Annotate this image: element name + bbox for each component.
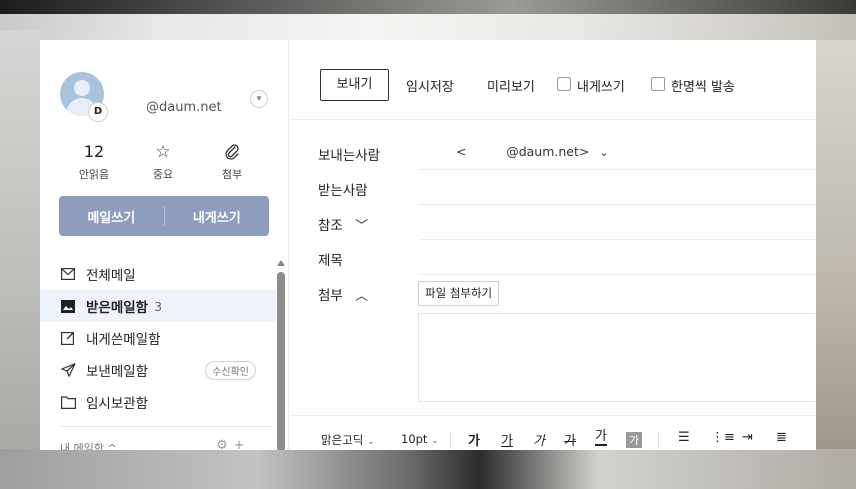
stat-attachment[interactable]: 첨부 [202,142,262,182]
chevron-down-icon: ⌄ [366,437,375,447]
subject-row: 제목 [318,240,816,275]
write-mail-button[interactable]: 메일쓰기 [59,207,164,226]
compose-toolbar: 보내기 임시저장 미리보기 내게쓰기 한명씩 발송 [290,40,816,120]
folder-list: 전체메일 받은메일함 3 내게쓴메일함 보낸메일함 수신확인 임시보관함 [40,258,276,418]
send-to-self-checkbox[interactable] [557,77,571,91]
read-receipt-button[interactable]: 수신확인 [205,360,256,380]
send-to-self-label: 내게쓰기 [577,80,625,95]
attachment-row: 첨부 ︿ 파일 첨부하기 [318,275,816,313]
avatar-badge: D [88,102,108,122]
compose-area: 보내기 임시저장 미리보기 내게쓰기 한명씩 발송 보내는사람 < @daum.… [290,40,816,450]
folder-label: 전체메일 [86,268,136,284]
write-to-self-button[interactable]: 내게쓰기 [165,207,270,226]
font-size-value: 10pt [401,432,428,446]
sender-label: 보내는사람 [318,148,381,164]
unread-label: 안읽음 [78,168,110,181]
cc-row: 참조 ﹀ [318,205,816,240]
mail-compose-window: D @daum.net ▾ 12 안읽음 ☆ 중요 첨부 메일쓰기 내게쓰기 전… [40,40,816,450]
background-bottom-band [0,449,856,489]
font-size-select[interactable]: 10pt ⌄ [401,432,439,446]
indent-icon[interactable]: ⇥ [742,430,753,445]
attachment-drop-area[interactable] [418,313,816,402]
folder-label: 받은메일함 [86,300,149,316]
folder-icon [60,394,76,410]
sender-select[interactable]: < @daum.net> ⌄ [456,144,609,159]
chevron-up-icon: ︿ [355,289,369,304]
background-color-button[interactable]: 가 [626,432,643,448]
bold-button[interactable]: 가 [468,430,480,449]
align-left-icon[interactable]: ☰ [678,430,690,445]
sender-row: 보내는사람 < @daum.net> ⌄ [318,135,816,170]
recipient-label: 받는사람 [318,183,368,199]
background-right-area [816,40,856,450]
folder-label: 보낸메일함 [86,364,149,380]
toolbar-separator [450,433,451,447]
attach-label: 첨부 [221,168,243,181]
stat-unread[interactable]: 12 안읽음 [64,142,124,182]
send-icon [60,362,76,378]
envelope-icon [60,266,76,282]
attach-file-button[interactable]: 파일 첨부하기 [418,281,500,306]
stat-important[interactable]: ☆ 중요 [133,142,193,182]
scroll-up-arrow-icon[interactable] [277,260,285,266]
folder-label: 내게쓴메일함 [86,332,161,348]
cc-label: 참조 [318,218,343,234]
toolbar-separator [658,433,659,447]
compose-button-group: 메일쓰기 내게쓰기 [59,196,269,236]
save-draft-button[interactable]: 임시저장 [406,76,454,95]
avatar-head [74,80,90,96]
background-left-area [0,30,40,450]
chevron-down-icon: ﹀ [355,219,369,234]
important-label: 중요 [152,168,174,181]
folder-sent[interactable]: 보낸메일함 수신확인 [40,354,276,386]
folder-drafts[interactable]: 임시보관함 [40,386,276,418]
font-family-select[interactable]: 맑은고딕 ⌄ [321,432,375,448]
paperclip-icon [202,142,262,162]
chevron-down-icon: ⌄ [431,436,439,446]
send-individually-label: 한명씩 발송 [671,80,735,95]
folder-all-mail[interactable]: 전체메일 [40,258,276,290]
preview-button[interactable]: 미리보기 [487,76,535,95]
attachment-toggle[interactable]: 첨부 ︿ [318,284,368,304]
editor-toolbar: 맑은고딕 ⌄ 10pt ⌄ 가 가 가 가 가 가 ☰ ⋮≡ ⇥ ≣ [290,415,816,450]
folder-label: 임시보관함 [86,396,149,412]
scroll-thumb[interactable] [277,272,285,450]
subject-label: 제목 [318,253,343,269]
line-spacing-icon[interactable]: ≣ [776,430,787,445]
recipient-row: 받는사람 [318,170,816,205]
italic-button[interactable]: 가 [533,430,545,449]
inbox-icon [60,298,76,314]
sidebar: D @daum.net ▾ 12 안읽음 ☆ 중요 첨부 메일쓰기 내게쓰기 전… [40,40,289,450]
font-family-value: 맑은고딕 [321,433,364,447]
mailbox-settings-icon[interactable]: ⚙+ [216,438,251,450]
folder-inbox[interactable]: 받은메일함 3 [40,290,276,322]
cc-toggle[interactable]: 참조 ﹀ [318,214,368,234]
strikethrough-button[interactable]: 가 [564,430,576,449]
my-mailbox-header[interactable]: 내 메일함 ^ [60,440,117,450]
send-button[interactable]: 보내기 [320,69,389,101]
sidebar-scrollbar[interactable] [276,260,286,450]
send-individually-checkbox[interactable] [651,77,665,91]
star-icon: ☆ [155,142,171,162]
sidebar-divider [60,426,272,427]
text-color-button[interactable]: 가 [595,430,607,446]
account-email: @daum.net [146,100,222,115]
ordered-list-icon[interactable]: ⋮≡ [711,430,735,445]
attachment-label: 첨부 [318,288,343,304]
unread-count: 12 [83,142,105,161]
unread-count-badge: 3 [154,298,163,314]
background-top-band [0,0,856,14]
chevron-down-icon: ⌄ [599,146,609,159]
note-icon [60,330,76,346]
sender-value: < @daum.net> [456,144,590,159]
chevron-down-icon[interactable]: ▾ [250,90,268,108]
underline-button[interactable]: 가 [501,430,513,449]
folder-sent-to-self[interactable]: 내게쓴메일함 [40,322,276,354]
